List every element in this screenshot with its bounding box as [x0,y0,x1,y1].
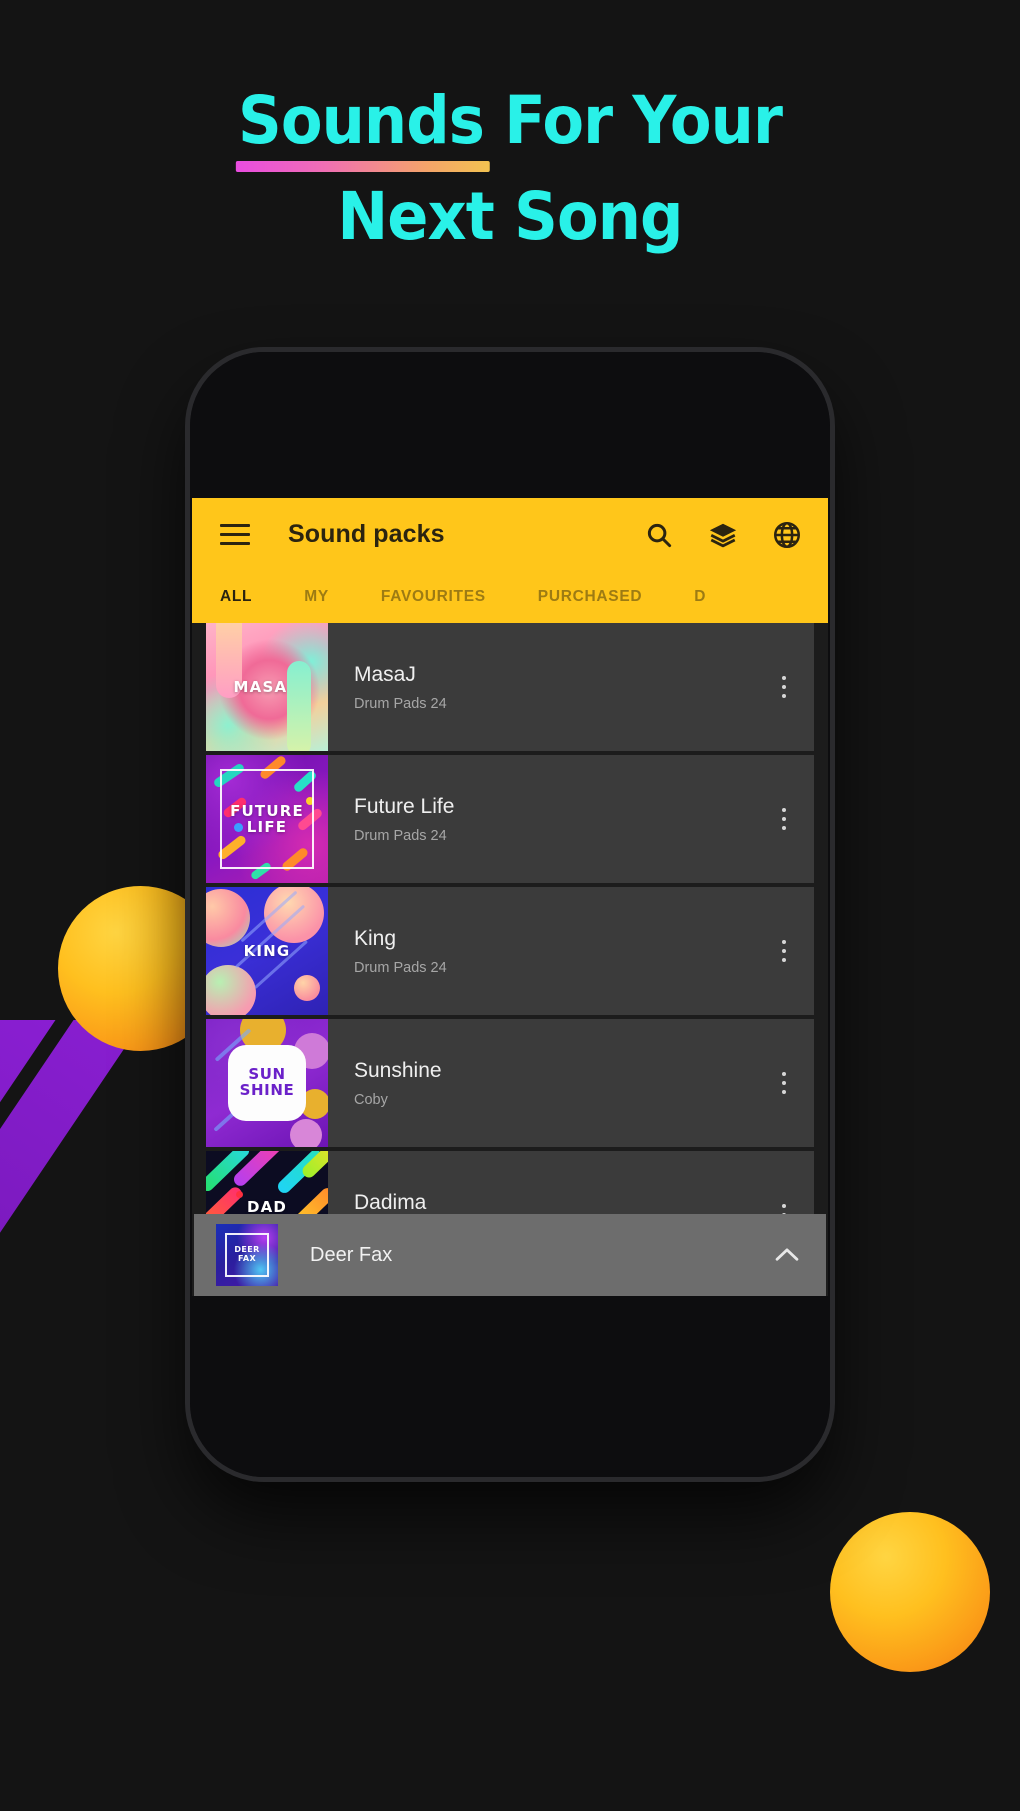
phone-screen: Sound packs ALL MY FAVOURITES PURCHASED … [192,498,828,1296]
app-bar: Sound packs [192,498,828,571]
album-art-thumbnail: MASA J [206,623,328,751]
stripe [0,1020,163,1811]
tab-my[interactable]: MY [304,588,329,606]
list-item[interactable]: MASA J MasaJ Drum Pads 24 [206,623,814,751]
headline-word-sounds: Sounds [238,82,485,159]
album-art-label: SUN SHINE [239,1065,295,1099]
overflow-menu-icon[interactable] [754,1019,814,1147]
album-art-label: KING [243,941,291,960]
list-item-title: Dadima [354,1190,427,1214]
list-item-title: Sunshine [354,1058,442,1082]
album-art-thumbnail: SUN SHINE [206,1019,328,1147]
headline-underlined-word: Sounds [236,88,490,172]
list-item-title: Future Life [354,794,455,818]
album-art-label: MASA J [233,677,301,696]
album-art-label: FUTURE LIFE [230,801,304,836]
globe-icon[interactable] [772,520,802,550]
list-item-subtitle: Drum Pads 24 [354,959,447,976]
list-item-text: MasaJ Drum Pads 24 [328,623,754,751]
app-bar-actions [644,520,806,550]
page-title: Sounds For Your Next Song [0,88,1020,250]
mini-player-album-art: DEER FAX [216,1224,278,1286]
list-item-title: MasaJ [354,662,416,686]
list-item[interactable]: FUTURE LIFE Future Life Drum Pads 24 [206,755,814,883]
album-art-thumbnail: KING [206,887,328,1015]
layers-icon[interactable] [708,520,738,550]
art-card: SUN SHINE [228,1045,306,1121]
list-item[interactable]: SUN SHINE Sunshine Coby [206,1019,814,1147]
list-item-subtitle: Coby [354,1091,388,1108]
phone-mockup: Sound packs ALL MY FAVOURITES PURCHASED … [190,352,830,1477]
list-item-title: King [354,926,397,950]
app-bar-title: Sound packs [288,520,445,548]
tab-partial[interactable]: D [694,588,706,606]
tab-purchased[interactable]: PURCHASED [538,588,642,606]
album-art-thumbnail: FUTURE LIFE [206,755,328,883]
tab-all[interactable]: ALL [220,588,252,606]
tab-bar: ALL MY FAVOURITES PURCHASED D [192,571,828,623]
chevron-up-icon[interactable] [770,1238,804,1272]
list-item-subtitle: Drum Pads 24 [354,827,447,844]
list-item-text: Future Life Drum Pads 24 [328,755,754,883]
list-item-text: Sunshine Coby [328,1019,754,1147]
search-icon[interactable] [644,520,674,550]
orange-circle-decoration [830,1512,990,1672]
list-item-subtitle: Drum Pads 24 [354,695,447,712]
list-item[interactable]: KING King Drum Pads 24 [206,887,814,1015]
phone-body: Sound packs ALL MY FAVOURITES PURCHASED … [190,352,830,1477]
overflow-menu-icon[interactable] [754,755,814,883]
hamburger-menu-icon[interactable] [220,523,250,546]
headline-line-1: Sounds For Your [41,88,979,172]
overflow-menu-icon[interactable] [754,887,814,1015]
list-item-text: King Drum Pads 24 [328,887,754,1015]
headline-line-1-rest: For Your [484,82,783,159]
headline-underline-bar [236,161,490,172]
headline-line-2: Next Song [337,178,683,255]
mini-player-title: Deer Fax [310,1243,393,1266]
overflow-menu-icon[interactable] [754,623,814,751]
tab-favourites[interactable]: FAVOURITES [381,588,486,606]
mini-player-bar[interactable]: DEER FAX Deer Fax [194,1214,826,1296]
mini-player-art-label: DEER FAX [234,1245,260,1263]
sound-pack-list: MASA J MasaJ Drum Pads 24 FUTURE LIFE Fu… [192,623,828,1296]
